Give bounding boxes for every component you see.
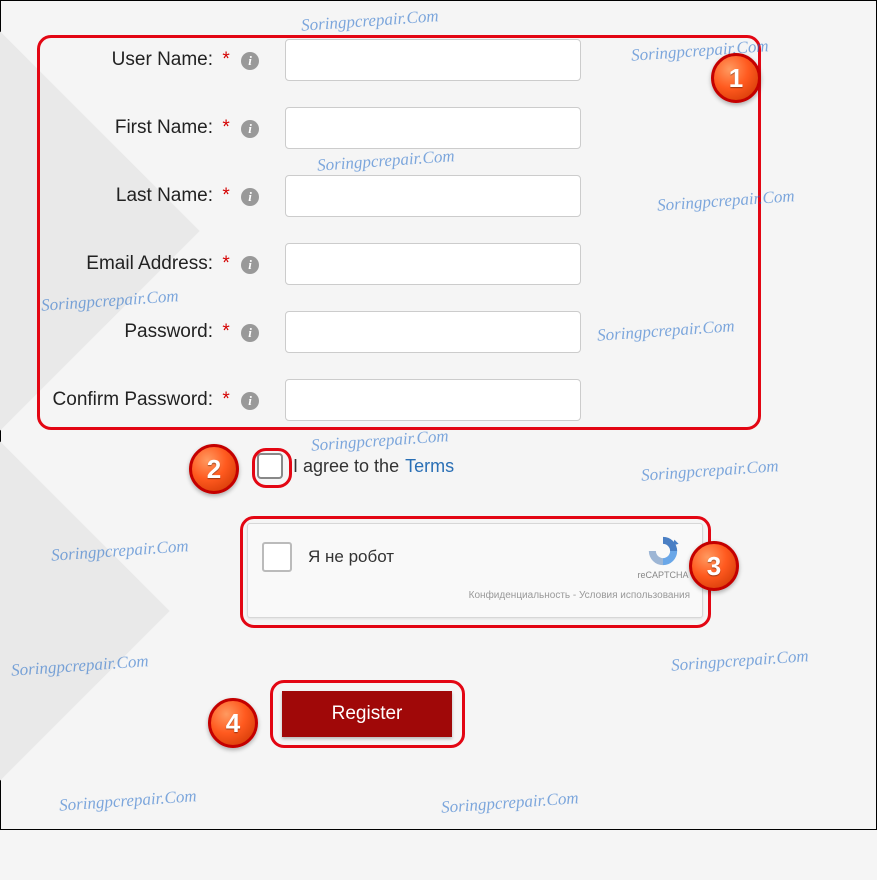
terms-checkbox[interactable] — [257, 453, 283, 479]
label-text: User Name: — [112, 49, 213, 70]
required-mark: * — [222, 321, 229, 342]
required-mark: * — [222, 117, 229, 138]
recaptcha-terms-link[interactable]: Условия использования — [579, 590, 690, 601]
label-firstname: First Name: * i — [37, 117, 267, 139]
recaptcha-widget: Я не робот reCAPTCHA Конфиденциальность … — [247, 523, 703, 618]
recaptcha-footer: Конфиденциальность - Условия использован… — [262, 590, 690, 601]
required-mark: * — [222, 253, 229, 274]
password-input[interactable] — [285, 311, 581, 353]
step-badge-4: 4 — [208, 698, 258, 748]
required-mark: * — [222, 389, 229, 410]
field-row-lastname: Last Name: * i — [37, 175, 757, 217]
label-text: Confirm Password: — [53, 389, 214, 410]
label-text: Email Address: — [86, 253, 213, 274]
label-password: Password: * i — [37, 321, 267, 343]
field-row-password: Password: * i — [37, 311, 757, 353]
field-row-username: User Name: * i — [37, 39, 757, 81]
info-icon[interactable]: i — [241, 188, 259, 206]
watermark: Soringpcrepair.Com — [300, 6, 439, 36]
email-input[interactable] — [285, 243, 581, 285]
recaptcha-row: Я не робот reCAPTCHA — [262, 534, 690, 580]
field-row-firstname: First Name: * i — [37, 107, 757, 149]
recaptcha-logo: reCAPTCHA — [636, 534, 690, 580]
recaptcha-icon — [646, 534, 680, 568]
info-icon[interactable]: i — [241, 120, 259, 138]
label-confirm-password: Confirm Password: * i — [37, 389, 267, 411]
info-icon[interactable]: i — [241, 392, 259, 410]
label-text: Password: — [124, 321, 213, 342]
field-row-email: Email Address: * i — [37, 243, 757, 285]
label-username: User Name: * i — [37, 49, 267, 71]
info-icon[interactable]: i — [241, 324, 259, 342]
info-icon[interactable]: i — [241, 52, 259, 70]
required-mark: * — [222, 49, 229, 70]
registration-form: User Name: * i First Name: * i Last Name… — [37, 39, 757, 447]
username-input[interactable] — [285, 39, 581, 81]
watermark: Soringpcrepair.Com — [640, 456, 779, 486]
recaptcha-brand: reCAPTCHA — [637, 570, 688, 580]
step-badge-3: 3 — [689, 541, 739, 591]
required-mark: * — [222, 185, 229, 206]
lastname-input[interactable] — [285, 175, 581, 217]
info-icon[interactable]: i — [241, 256, 259, 274]
step-badge-1: 1 — [711, 53, 761, 103]
label-lastname: Last Name: * i — [37, 185, 267, 207]
label-text: First Name: — [115, 117, 213, 138]
register-button[interactable]: Register — [282, 691, 452, 737]
recaptcha-checkbox[interactable] — [262, 542, 292, 572]
firstname-input[interactable] — [285, 107, 581, 149]
step-badge-2: 2 — [189, 444, 239, 494]
terms-link[interactable]: Terms — [405, 456, 454, 477]
watermark: Soringpcrepair.Com — [58, 786, 197, 816]
recaptcha-privacy-link[interactable]: Конфиденциальность — [469, 590, 570, 601]
recaptcha-label: Я не робот — [308, 547, 636, 567]
terms-text: I agree to the — [293, 456, 399, 477]
recaptcha-sep: - — [570, 590, 579, 601]
field-row-confirm-password: Confirm Password: * i — [37, 379, 757, 421]
watermark: Soringpcrepair.Com — [440, 788, 579, 818]
watermark: Soringpcrepair.Com — [670, 646, 809, 676]
label-text: Last Name: — [116, 185, 213, 206]
terms-row: I agree to the Terms — [257, 453, 454, 479]
confirm-password-input[interactable] — [285, 379, 581, 421]
label-email: Email Address: * i — [37, 253, 267, 275]
